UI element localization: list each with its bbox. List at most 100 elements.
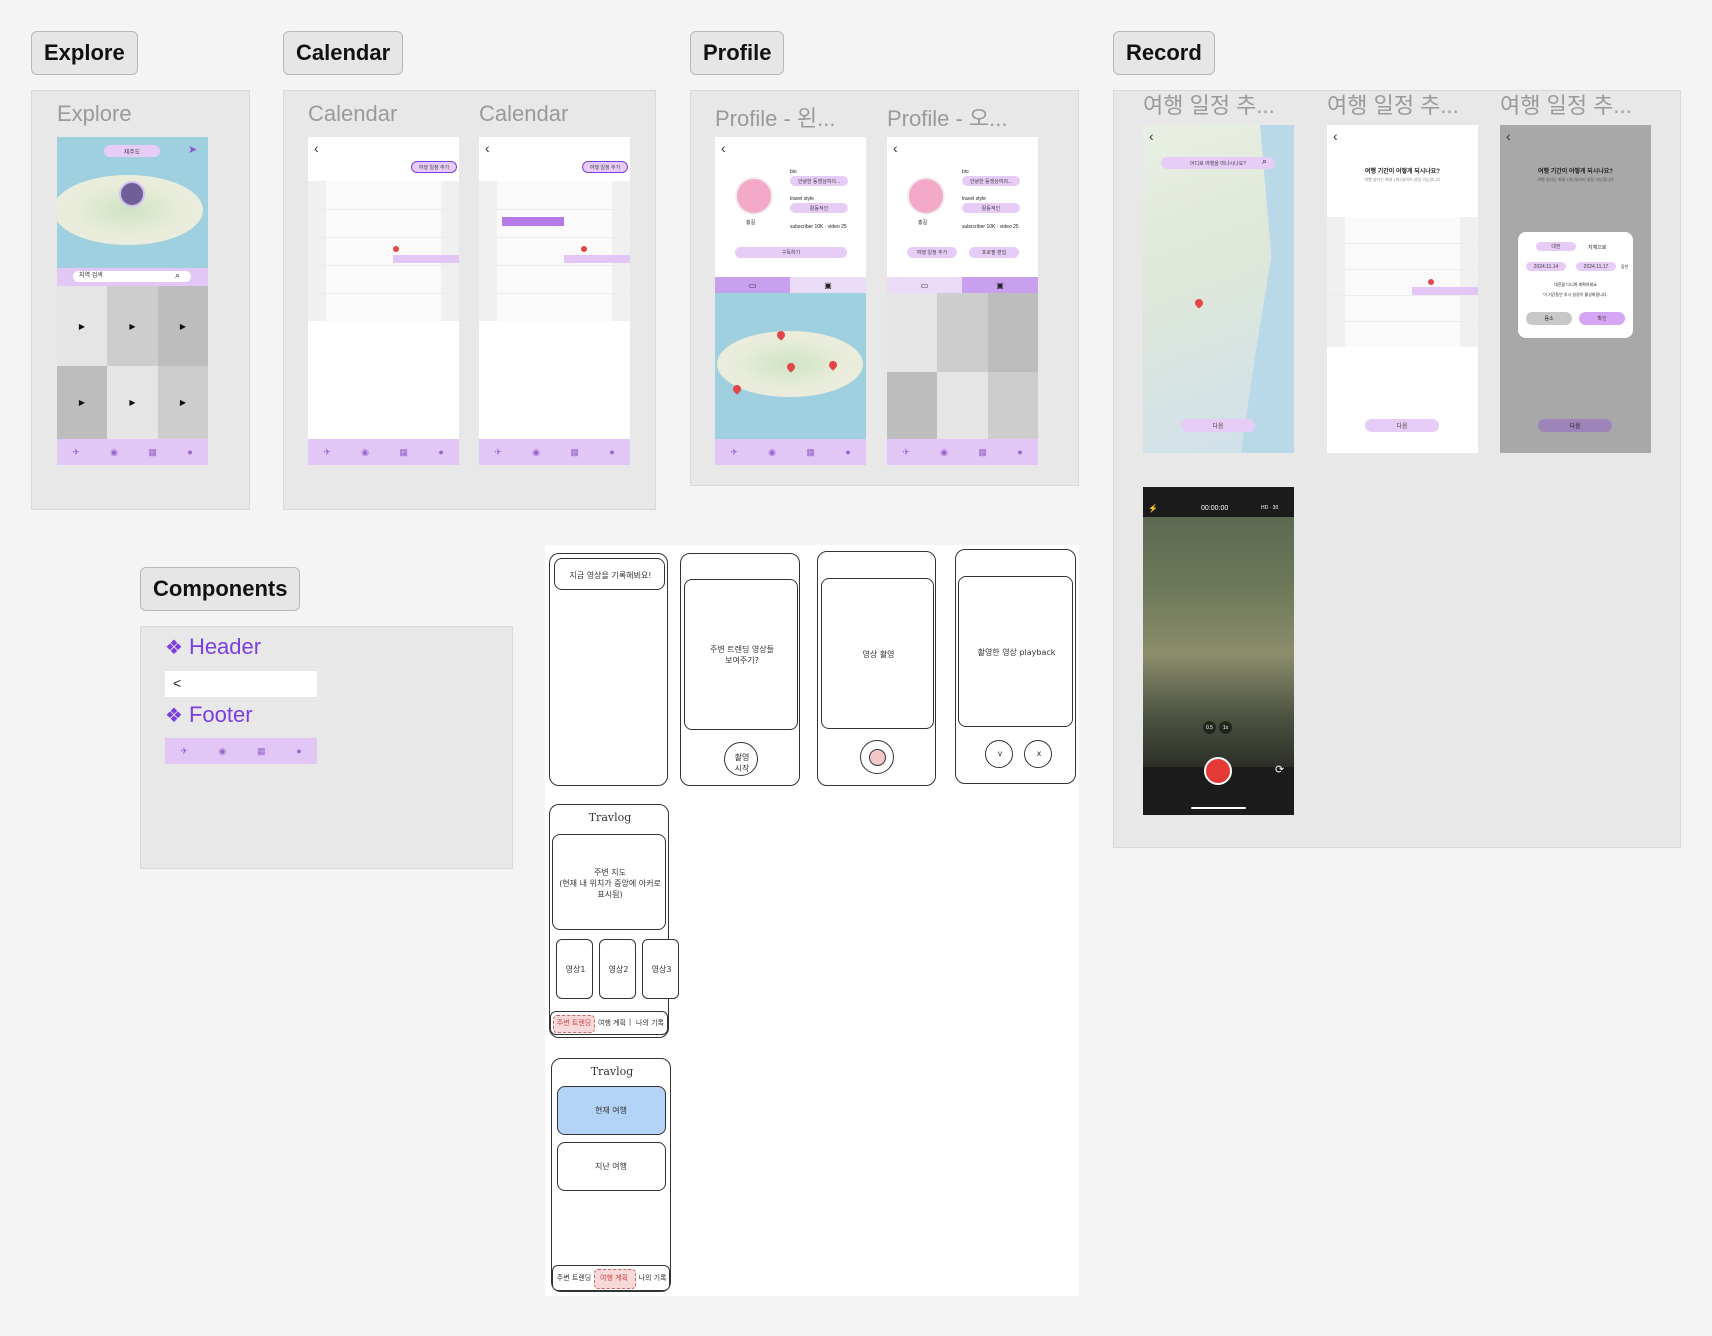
tab-map[interactable]: ▭ [887, 277, 962, 293]
explore-icon[interactable]: ✈ [730, 447, 738, 458]
back-icon[interactable]: ‹ [721, 140, 726, 156]
calendar-screen-1[interactable]: ‹ 여행 일정 추가 ✈ ◉ ▦ ● [308, 137, 459, 465]
nav-plan[interactable]: 여행 계획 [594, 1273, 634, 1283]
confirm-button[interactable]: 확인 [1579, 312, 1625, 325]
confirm-dialog[interactable]: 대전 지체으로 2024.11.14 2024.11.17 동안 대전을 다니며… [1518, 232, 1633, 338]
profile-icon[interactable]: ● [609, 447, 614, 457]
section-profile[interactable]: Profile [690, 31, 785, 75]
profile-icon[interactable]: ● [438, 447, 443, 457]
explore-icon[interactable]: ✈ [180, 746, 188, 757]
add-trip-button[interactable]: 여행 일정 추가 [411, 161, 457, 173]
search-icon[interactable]: ⌕ [175, 270, 180, 281]
video-thumb[interactable]: ▶ [57, 286, 107, 366]
trip-range-bar[interactable] [393, 255, 459, 263]
camera-screen[interactable]: ⚡ 00:00:00 HD · 30 0.5 1x ⟳ [1143, 487, 1294, 815]
edit-profile-button[interactable]: 프로필 편집 [969, 247, 1019, 258]
video-thumb[interactable]: ▶ [107, 366, 158, 439]
video-thumb[interactable] [937, 293, 988, 372]
record-icon[interactable]: ◉ [361, 447, 369, 458]
current-trip-card[interactable]: 현재 여행 [557, 1086, 666, 1135]
tab-videos[interactable]: ▣ [962, 277, 1038, 293]
section-calendar[interactable]: Calendar [283, 31, 404, 75]
start-record-button[interactable]: 촬영 시작 [724, 742, 758, 776]
next-button[interactable]: 다음 [1538, 419, 1612, 432]
footer-component[interactable]: ✈ ◉ ▦ ● [165, 738, 317, 764]
record-icon[interactable]: ◉ [532, 447, 540, 458]
explore-icon[interactable]: ✈ [494, 447, 502, 458]
profile-icon[interactable]: ● [1017, 447, 1022, 457]
cancel-button[interactable]: 음소 [1526, 312, 1572, 325]
record-icon[interactable]: ◉ [110, 447, 118, 458]
date-to-field[interactable]: 2024.11.17 [1576, 262, 1616, 271]
camera-quality[interactable]: HD · 30 [1261, 505, 1278, 511]
video-thumb[interactable]: ▶ [107, 286, 158, 366]
video-thumb[interactable]: ▶ [158, 366, 208, 439]
location-arrow-icon[interactable]: ➤ [188, 143, 197, 156]
zoom-1x-button[interactable]: 1x [1219, 721, 1232, 734]
video-thumb[interactable]: ▶ [57, 366, 107, 439]
section-record[interactable]: Record [1113, 31, 1215, 75]
nav-trending[interactable]: 주변 트렌딩 [555, 1273, 593, 1283]
calendar-grid[interactable] [479, 181, 630, 321]
trip-destination-screen[interactable]: ‹ 어디로 여행을 떠나시나요? ⌕ 다음 [1143, 125, 1294, 453]
section-explore[interactable]: Explore [31, 31, 138, 75]
back-icon[interactable]: ‹ [314, 140, 319, 156]
calendar-icon[interactable]: ▦ [570, 447, 579, 458]
video-thumb[interactable] [988, 372, 1038, 439]
explore-icon[interactable]: ✈ [323, 447, 331, 458]
back-icon[interactable]: ‹ [893, 140, 898, 156]
nav-my-records[interactable]: 나의 기록 [636, 1273, 669, 1283]
search-input[interactable]: 지역 검색 [73, 271, 191, 282]
calendar-screen-2[interactable]: ‹ 여행 일정 추가 ✈ ◉ ▦ ● [479, 137, 630, 465]
confirm-playback-button[interactable]: v [985, 740, 1013, 768]
destination-search-input[interactable]: 어디로 여행을 떠나시나요? [1161, 157, 1275, 169]
calendar-grid[interactable] [1327, 217, 1478, 347]
back-icon[interactable]: ‹ [1506, 128, 1511, 144]
calendar-icon[interactable]: ▦ [399, 447, 408, 458]
tab-map[interactable]: ▭ [715, 277, 790, 293]
zoom-half-button[interactable]: 0.5 [1203, 721, 1216, 734]
trip-range-bar[interactable] [1412, 287, 1478, 295]
profile-icon[interactable]: ● [296, 746, 301, 756]
flash-off-icon[interactable]: ⚡ [1148, 504, 1158, 513]
calendar-grid[interactable] [308, 181, 459, 321]
past-trip-card[interactable]: 지난 여행 [557, 1142, 666, 1191]
trip-confirm-screen[interactable]: ‹ 여행 기간이 어떻게 되시나요? 여행 일자는 최대 1박2일까지 설정 가… [1500, 125, 1651, 453]
calendar-icon[interactable]: ▦ [148, 447, 157, 458]
video-card[interactable]: 영상2 [599, 939, 636, 999]
video-thumb[interactable] [887, 293, 937, 372]
record-button[interactable] [1204, 757, 1232, 785]
video-card[interactable]: 영상3 [642, 939, 679, 999]
video-card[interactable]: 영상1 [556, 939, 593, 999]
section-components[interactable]: Components [140, 567, 301, 611]
next-button[interactable]: 다음 [1365, 419, 1439, 432]
nav-plan[interactable]: 여행 계획 [597, 1018, 627, 1028]
subscribe-button[interactable]: 구독하기 [735, 247, 847, 258]
explore-icon[interactable]: ✈ [72, 447, 80, 458]
shutter-button[interactable] [860, 740, 894, 774]
region-chip[interactable]: 제주도 [104, 145, 160, 157]
calendar-icon[interactable]: ▦ [257, 746, 266, 757]
video-thumb[interactable] [887, 372, 937, 439]
video-thumb[interactable] [937, 372, 988, 439]
discard-playback-button[interactable]: x [1024, 740, 1052, 768]
date-from-field[interactable]: 2024.11.14 [1526, 262, 1566, 271]
profile-screen-map[interactable]: ‹ 홍길 bio 안녕한 동쟁상여의... travel style 활동적인 … [715, 137, 866, 465]
back-icon[interactable]: < [173, 675, 181, 691]
profile-screen-videos[interactable]: ‹ 홍길 bio 안녕한 동쟁상여의... travel style 활동적인 … [887, 137, 1038, 465]
back-icon[interactable]: ‹ [1149, 128, 1154, 144]
back-icon[interactable]: ‹ [1333, 128, 1338, 144]
flip-camera-icon[interactable]: ⟳ [1275, 763, 1284, 776]
back-icon[interactable]: ‹ [485, 140, 490, 156]
map-view[interactable]: 제주도 ➤ [57, 137, 208, 272]
search-icon[interactable]: ⌕ [1262, 156, 1267, 167]
selected-range-bar[interactable] [502, 217, 564, 226]
record-icon[interactable]: ◉ [940, 447, 948, 458]
video-thumb[interactable] [988, 293, 1038, 372]
next-button[interactable]: 다음 [1181, 419, 1255, 432]
header-component[interactable]: < [165, 671, 317, 697]
record-icon[interactable]: ◉ [768, 447, 776, 458]
add-trip-button[interactable]: 여행 일정 추가 [907, 247, 957, 258]
record-icon[interactable]: ◉ [219, 746, 227, 757]
profile-icon[interactable]: ● [845, 447, 850, 457]
